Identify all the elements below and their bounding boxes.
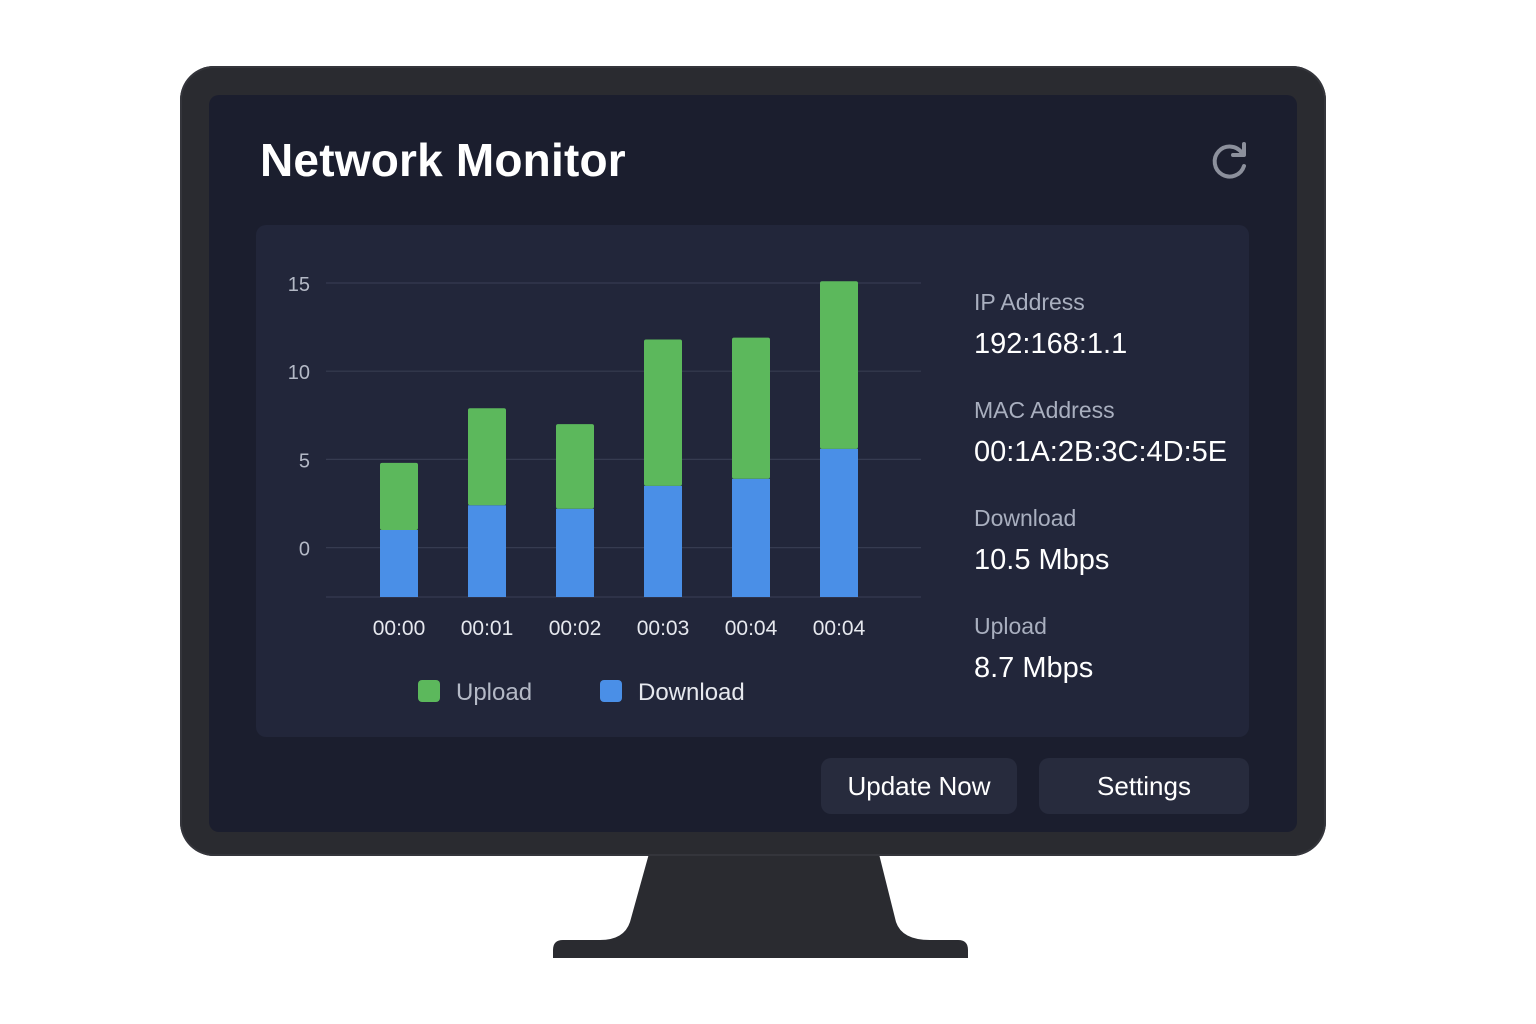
refresh-button[interactable]	[1208, 139, 1252, 183]
legend-label: Upload	[456, 679, 532, 706]
x-tick-label: 00:03	[637, 617, 690, 640]
legend-label: Download	[638, 679, 745, 706]
x-tick-label: 00:04	[813, 617, 866, 640]
bar-download	[732, 478, 770, 597]
page-title: Network Monitor	[260, 134, 626, 186]
bar-upload	[556, 424, 594, 509]
update-now-button[interactable]: Update Now	[821, 758, 1017, 814]
bar-download	[820, 448, 858, 597]
traffic-chart: 0 5 10 15 00:00 00:01 00:02 00:03 00:04 00:04 Uplo…	[288, 274, 921, 706]
upload-block: Upload 8.7 Mbps	[974, 613, 1244, 721]
monitor-frame: Network Monitor 0 5 10 15 00:00 00:01 00:02 00:…	[180, 66, 1326, 856]
upload-value: 8.7 Mbps	[974, 652, 1094, 684]
x-tick-label: 00:02	[549, 617, 602, 640]
ip-address-value: 192:168:1.1	[974, 328, 1128, 360]
y-tick-label: 0	[299, 539, 310, 561]
x-tick-label: 00:04	[725, 617, 778, 640]
bar-upload	[644, 339, 682, 486]
mac-address-block: MAC Address 00:1A:2B:3C:4D:5E	[974, 397, 1244, 505]
y-tick-label: 5	[299, 450, 310, 472]
bar-download	[644, 485, 682, 597]
bar-upload	[380, 462, 418, 530]
ip-address-block: IP Address 192:168:1.1	[974, 289, 1244, 397]
bar-download	[468, 505, 506, 597]
app-window: Network Monitor 0 5 10 15 00:00 00:01 00:02 00:…	[209, 95, 1297, 832]
download-label: Download	[974, 505, 1077, 531]
bar-download	[380, 529, 418, 597]
bar-upload	[468, 408, 506, 506]
legend-swatch	[418, 680, 440, 702]
download-value: 10.5 Mbps	[974, 544, 1110, 576]
x-tick-label: 00:00	[373, 617, 426, 640]
bar-download	[556, 508, 594, 597]
refresh-icon	[1212, 142, 1246, 179]
bar-upload	[732, 337, 770, 479]
download-block: Download 10.5 Mbps	[974, 505, 1244, 613]
upload-label: Upload	[974, 613, 1047, 639]
stats-panel: 0 5 10 15 00:00 00:01 00:02 00:03 00:04 00:04 Uplo…	[256, 225, 1249, 737]
y-tick-label: 10	[288, 362, 310, 384]
x-tick-label: 00:01	[461, 617, 514, 640]
settings-button[interactable]: Settings	[1039, 758, 1249, 814]
y-tick-label: 15	[288, 274, 310, 296]
bar-upload	[820, 281, 858, 449]
legend-swatch	[600, 680, 622, 702]
ip-address-label: IP Address	[974, 289, 1085, 315]
mac-address-value: 00:1A:2B:3C:4D:5E	[974, 436, 1228, 468]
mac-address-label: MAC Address	[974, 397, 1115, 423]
connection-info: IP Address 192:168:1.1 MAC Address 00:1A…	[974, 289, 1244, 721]
